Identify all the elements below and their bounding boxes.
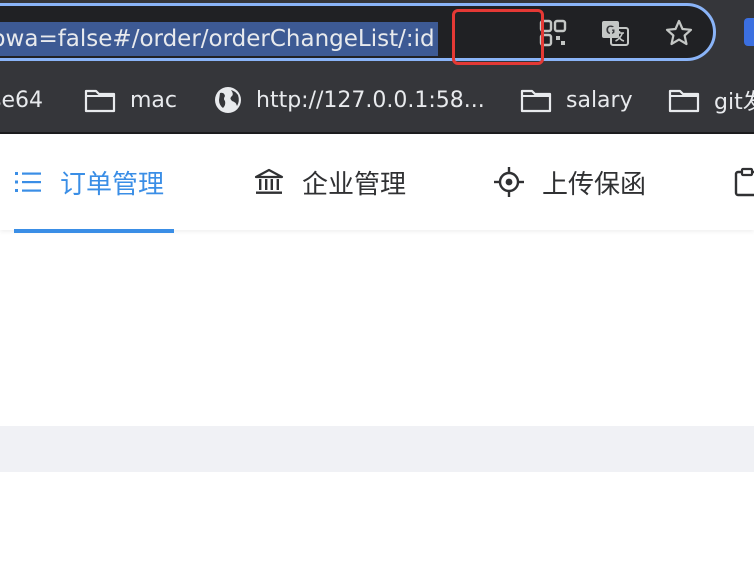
globe-icon [215, 87, 241, 113]
nav-tab-label: 上传保函 [542, 169, 647, 200]
nav-tab-enterprise-management[interactable]: 企业管理 [254, 134, 406, 230]
bookmark-label: mac [130, 87, 178, 113]
list-icon [15, 172, 41, 192]
folder-icon [520, 89, 552, 113]
bookmark-item-mac[interactable]: mac [84, 68, 177, 132]
nav-tab-order-management[interactable]: 订单管理 [14, 134, 164, 230]
active-tab-indicator [14, 229, 174, 233]
annotation-highlight [452, 9, 544, 65]
browser-toolbar: &pwa=false#/order/orderChangeList/:id G [0, 0, 754, 68]
bookmark-star-icon[interactable] [664, 18, 694, 48]
nav-tab-upload-guarantee[interactable]: 上传保函 [494, 134, 646, 230]
nav-tab-label: 企业管理 [302, 169, 407, 200]
bookmark-item-salary[interactable]: salary [520, 68, 633, 132]
url-field[interactable]: &pwa=false#/order/orderChangeList/:id [0, 22, 438, 56]
bookmark-label: git发 [714, 90, 754, 115]
folder-icon [84, 89, 116, 113]
bookmark-label: salary [566, 87, 633, 113]
clipboard-icon [734, 167, 754, 197]
bookmark-label: se64 [0, 87, 43, 113]
bookmark-item-git[interactable]: git发 [668, 68, 754, 132]
content-divider-band [0, 426, 754, 472]
bookmark-label: http://127.0.0.1:58... [256, 87, 485, 113]
nav-tab-clipboard[interactable] [734, 134, 754, 230]
crosshair-icon [494, 167, 524, 197]
nav-tab-label: 订单管理 [60, 169, 165, 200]
bookmark-item[interactable]: se64 [0, 68, 43, 132]
bookmarks-bar: se64 mac http://127.0.0.1:58... salary [0, 68, 754, 132]
profile-badge[interactable] [744, 18, 754, 46]
bank-icon [254, 168, 284, 194]
app-nav-bar: 订单管理 企业管理 上传保函 [0, 134, 754, 230]
browser-window: &pwa=false#/order/orderChangeList/:id G [0, 0, 754, 578]
bookmark-item-localhost[interactable]: http://127.0.0.1:58... [214, 68, 485, 132]
url-text[interactable]: &pwa=false#/order/orderChangeList/:id [0, 22, 438, 56]
folder-icon [668, 89, 700, 113]
translate-icon[interactable]: G [600, 18, 630, 48]
